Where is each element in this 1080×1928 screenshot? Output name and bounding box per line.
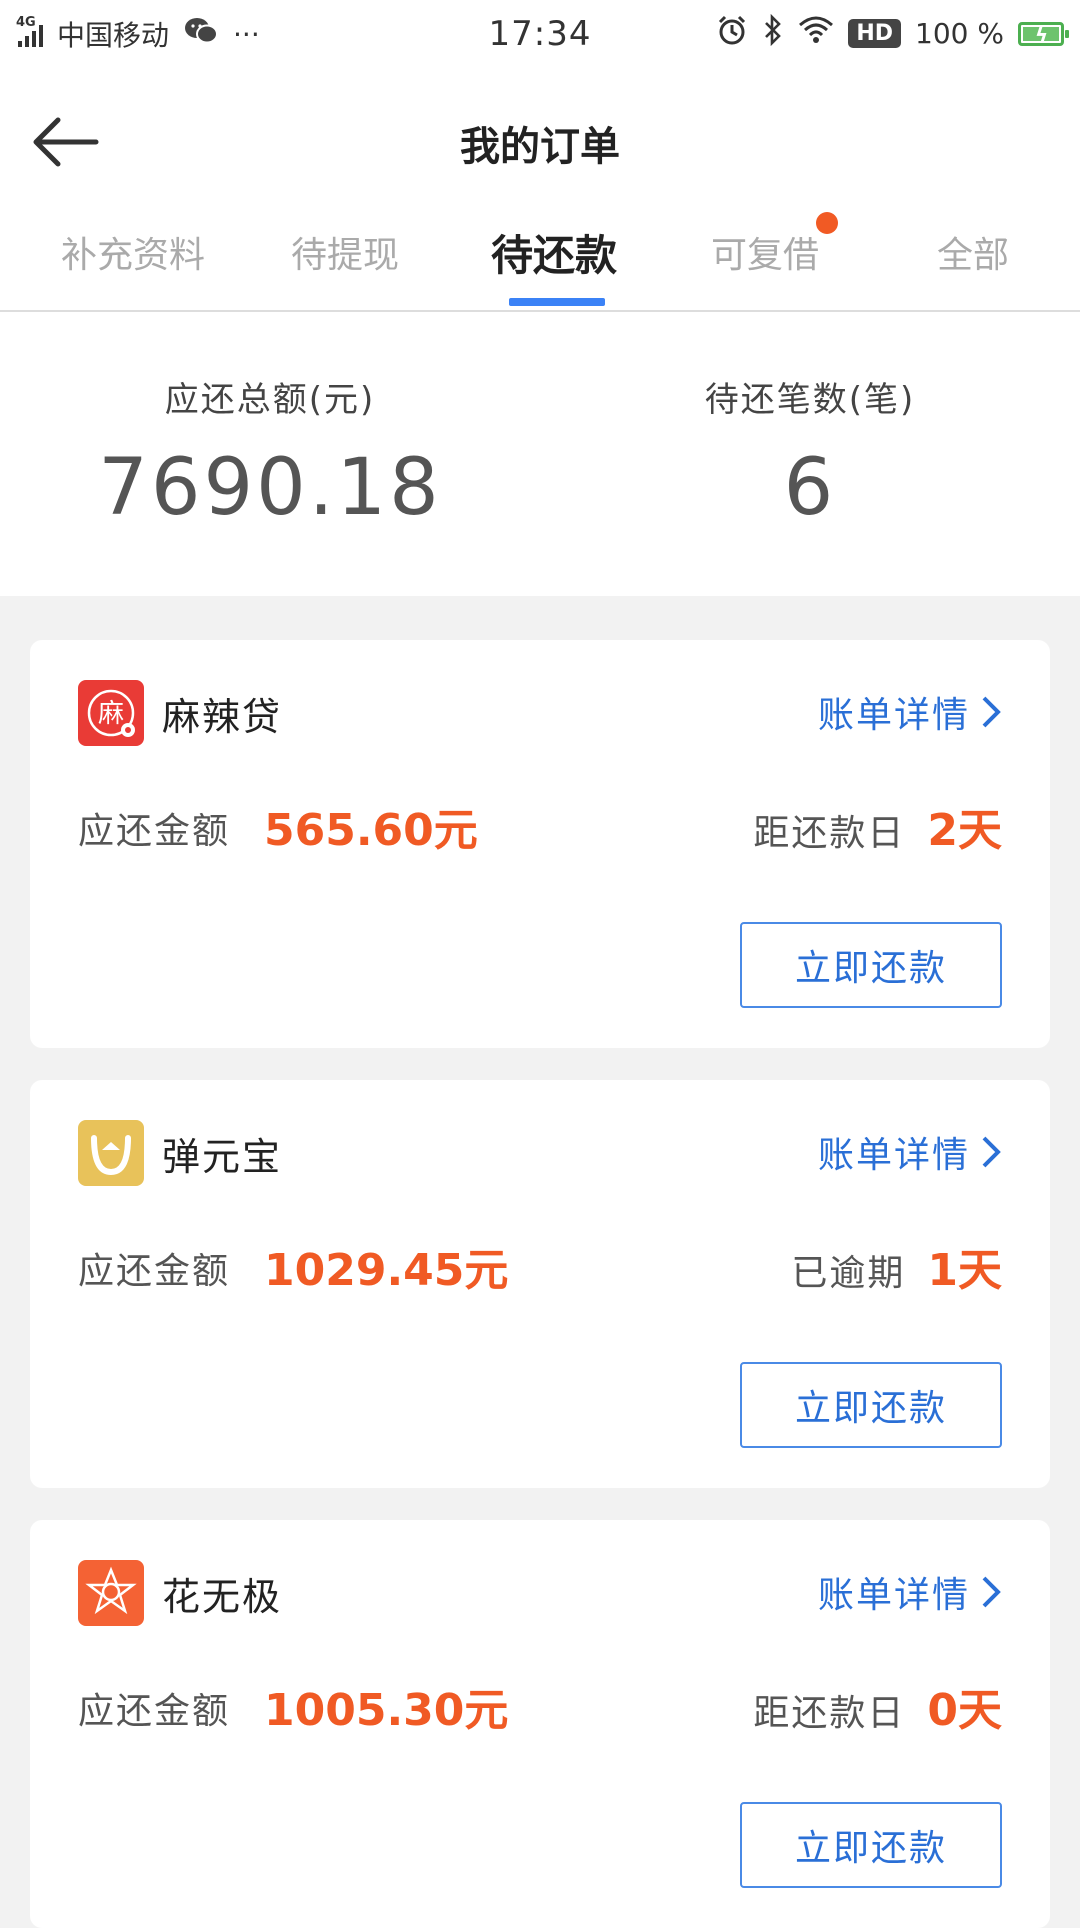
- tab-pending-repayment[interactable]: 待还款: [449, 222, 659, 283]
- battery-charging-icon: ϟ: [1018, 21, 1069, 47]
- bill-details-link[interactable]: 账单详情: [818, 686, 1002, 738]
- hd-badge: HD: [848, 19, 902, 48]
- repay-now-button[interactable]: 立即还款: [740, 922, 1002, 1008]
- wifi-icon: [798, 15, 834, 52]
- pending-count-value: 6: [783, 443, 837, 533]
- due-status-label: 已逾期: [791, 1253, 906, 1294]
- nav-header: 我的订单: [0, 72, 1080, 212]
- amount-due-label: 应还金额: [78, 1251, 231, 1292]
- battery-percent: 100 %: [915, 17, 1004, 50]
- amount-due-label: 应还金额: [78, 1691, 231, 1732]
- bill-details-label: 账单详情: [817, 1575, 970, 1616]
- tan-yuan-bao-logo-icon: [78, 1120, 144, 1186]
- tab-all[interactable]: 全部: [868, 226, 1078, 278]
- order-card: 弹元宝 账单详情 应还金额 1029.45元 已逾期 1天 立即还款: [30, 1080, 1050, 1488]
- tab-reborrowable[interactable]: 可复借: [660, 226, 870, 278]
- status-bar: 4G 中国移动 ··· 17:34 HD 100 % ϟ: [0, 0, 1080, 72]
- mala-dai-logo-icon: 麻: [78, 680, 144, 746]
- amount-due-label: 应还金额: [78, 811, 231, 852]
- lender-name: 花无极: [162, 1575, 283, 1619]
- due-days-value: 2天: [927, 805, 1002, 856]
- due-days-value: 1天: [927, 1245, 1002, 1296]
- amount-due-value: 565.60元: [264, 805, 478, 856]
- bill-details-label: 账单详情: [817, 1135, 970, 1176]
- amount-due-value: 1005.30元: [264, 1685, 509, 1736]
- repayment-summary: 应还总额(元) 7690.18 待还笔数(笔) 6: [0, 312, 1080, 596]
- repay-now-button[interactable]: 立即还款: [740, 1362, 1002, 1448]
- notification-dot: [816, 212, 838, 234]
- order-tabs: 补充资料 待提现 待还款 可复借 全部: [0, 212, 1080, 312]
- tab-pending-withdrawal[interactable]: 待提现: [240, 226, 450, 278]
- tab-supplement-info[interactable]: 补充资料: [28, 226, 238, 278]
- chevron-right-icon: [982, 1576, 1001, 1608]
- bill-details-link[interactable]: 账单详情: [818, 1126, 1002, 1178]
- lender-name: 弹元宝: [162, 1135, 283, 1179]
- chevron-right-icon: [982, 696, 1001, 728]
- page-title: 我的订单: [460, 124, 620, 170]
- chevron-right-icon: [982, 1136, 1001, 1168]
- due-status-label: 距还款日: [753, 813, 906, 854]
- due-status-label: 距还款日: [753, 1693, 906, 1734]
- alarm-icon: [716, 14, 748, 53]
- due-days-value: 0天: [927, 1685, 1002, 1736]
- bluetooth-icon: [762, 13, 784, 53]
- svg-text:麻: 麻: [98, 699, 124, 729]
- pending-count-label: 待还笔数(笔): [704, 380, 916, 420]
- total-amount-value: 7690.18: [98, 443, 442, 533]
- repay-now-button[interactable]: 立即还款: [740, 1802, 1002, 1888]
- total-amount-label: 应还总额(元): [164, 380, 376, 420]
- order-card: 花无极 账单详情 应还金额 1005.30元 距还款日 0天 立即还款: [30, 1520, 1050, 1928]
- lender-name: 麻辣贷: [162, 695, 283, 739]
- bill-details-link[interactable]: 账单详情: [818, 1566, 1002, 1618]
- bill-details-label: 账单详情: [817, 695, 970, 736]
- order-card: 麻 麻辣贷 账单详情 应还金额 565.60元 距还款日 2天 立即还款: [30, 640, 1050, 1048]
- hua-wu-ji-logo-icon: [78, 1560, 144, 1626]
- active-tab-indicator: [509, 298, 605, 306]
- amount-due-value: 1029.45元: [264, 1245, 509, 1296]
